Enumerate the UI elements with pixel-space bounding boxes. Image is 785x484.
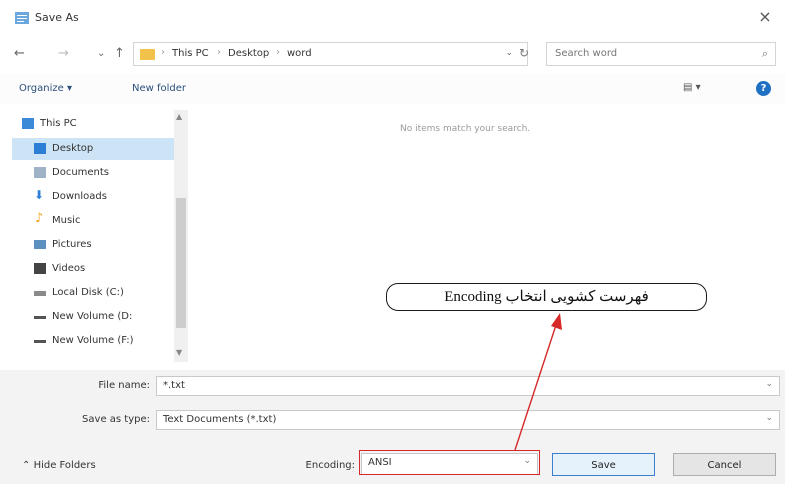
breadcrumb-separator-icon: › (276, 47, 280, 58)
pictures-icon (34, 240, 46, 249)
sidebar-item-label: Documents (52, 167, 110, 178)
sidebar-item-this-pc[interactable]: This PC (12, 113, 177, 135)
folder-icon (140, 49, 155, 60)
save-as-type-label: Save as type: (82, 414, 150, 425)
sidebar-item-documents[interactable]: Documents (12, 162, 177, 184)
sidebar-item-pictures[interactable]: Pictures (12, 234, 177, 256)
file-name-field[interactable]: *.txt ⌄ (156, 376, 780, 396)
sidebar-item-label: Local Disk (C:) (52, 287, 124, 298)
music-icon: ♪ (35, 211, 44, 226)
save-as-dialog: Save As × ← → ⌄ ↑ › This PC › Desktop › … (0, 0, 785, 484)
breadcrumb-word[interactable]: word (287, 48, 312, 59)
refresh-icon[interactable]: ↻ (519, 46, 529, 60)
computer-icon (22, 118, 34, 129)
sidebar-item-label: Pictures (52, 239, 92, 250)
notepad-icon (15, 12, 29, 24)
navigation-scrollbar[interactable]: ▲ ▼ (174, 110, 188, 362)
navigation-pane: This PC Desktop Documents ⬇ Downloads ♪ … (12, 110, 177, 360)
sidebar-item-desktop[interactable]: Desktop (12, 138, 177, 160)
chevron-down-icon[interactable]: ⌄ (505, 48, 513, 58)
breadcrumb-separator-icon: › (217, 47, 221, 58)
address-bar[interactable]: › This PC › Desktop › word ⌄ ↻ (133, 42, 529, 66)
chevron-up-icon: ⌃ (22, 460, 34, 471)
file-name-label: File name: (98, 380, 150, 391)
up-arrow-icon[interactable]: ↑ (114, 46, 125, 61)
save-button[interactable]: Save (552, 453, 655, 476)
recent-locations-icon[interactable]: ⌄ (97, 48, 105, 59)
back-arrow-icon[interactable]: ← (14, 46, 25, 61)
drive-icon (34, 316, 46, 319)
sidebar-item-new-volume-f[interactable]: New Volume (F:) (12, 330, 177, 352)
search-icon[interactable]: ⌕ (762, 47, 768, 61)
sidebar-item-local-disk-c[interactable]: Local Disk (C:) (12, 282, 177, 304)
sidebar-item-label: New Volume (D: (52, 311, 133, 322)
organize-button[interactable]: Organize ▾ (19, 83, 72, 94)
annotation-callout: فهرست کشویی انتخاب Encoding (386, 283, 707, 311)
title-bar: Save As × (0, 0, 785, 36)
scroll-down-icon[interactable]: ▼ (176, 348, 182, 357)
empty-folder-message: No items match your search. (400, 124, 531, 134)
file-name-value: *.txt (163, 380, 185, 391)
chevron-down-icon[interactable]: ⌄ (765, 413, 773, 423)
sidebar-item-label: New Volume (F:) (52, 335, 134, 346)
sidebar-item-videos[interactable]: Videos (12, 258, 177, 280)
sidebar-item-label: Desktop (52, 143, 94, 154)
view-options-icon[interactable]: ▤ ▾ (683, 82, 701, 93)
navigation-bar: ← → ⌄ ↑ › This PC › Desktop › word ⌄ ↻ ⌕ (0, 38, 785, 70)
scroll-up-icon[interactable]: ▲ (176, 112, 182, 121)
search-box[interactable]: ⌕ (546, 42, 776, 66)
breadcrumb-this-pc[interactable]: This PC (172, 48, 209, 59)
close-icon[interactable]: × (755, 7, 775, 26)
sidebar-item-new-volume-d[interactable]: New Volume (D: (12, 306, 177, 328)
search-input[interactable] (553, 47, 737, 60)
hide-folders-button[interactable]: ⌃ Hide Folders (22, 460, 96, 471)
sidebar-item-music[interactable]: ♪ Music (12, 210, 177, 232)
desktop-icon (34, 143, 46, 154)
forward-arrow-icon[interactable]: → (58, 46, 69, 61)
help-icon[interactable]: ? (756, 81, 771, 96)
hide-folders-label: Hide Folders (33, 460, 96, 471)
chevron-down-icon[interactable]: ⌄ (765, 379, 773, 389)
sidebar-item-label: Downloads (52, 191, 107, 202)
encoding-highlight-box (359, 450, 540, 475)
sidebar-item-label: Music (52, 215, 81, 226)
videos-icon (34, 263, 46, 274)
documents-icon (34, 167, 46, 178)
encoding-label: Encoding: (305, 460, 355, 471)
scrollbar-thumb[interactable] (176, 198, 186, 328)
downloads-icon: ⬇ (34, 188, 45, 202)
new-folder-button[interactable]: New folder (132, 83, 186, 94)
sidebar-item-downloads[interactable]: ⬇ Downloads (12, 186, 177, 208)
drive-icon (34, 340, 46, 343)
save-as-type-value: Text Documents (*.txt) (163, 414, 277, 425)
window-title: Save As (35, 11, 79, 24)
cancel-button[interactable]: Cancel (673, 453, 776, 476)
sidebar-item-label: Videos (52, 263, 86, 274)
breadcrumb-desktop[interactable]: Desktop (228, 48, 269, 59)
command-toolbar: Organize ▾ New folder ▤ ▾ ? (0, 74, 785, 104)
sidebar-item-label: This PC (40, 118, 77, 129)
drive-icon (34, 291, 46, 296)
save-as-type-select[interactable]: Text Documents (*.txt) ⌄ (156, 410, 780, 430)
breadcrumb-separator-icon: › (161, 47, 165, 58)
